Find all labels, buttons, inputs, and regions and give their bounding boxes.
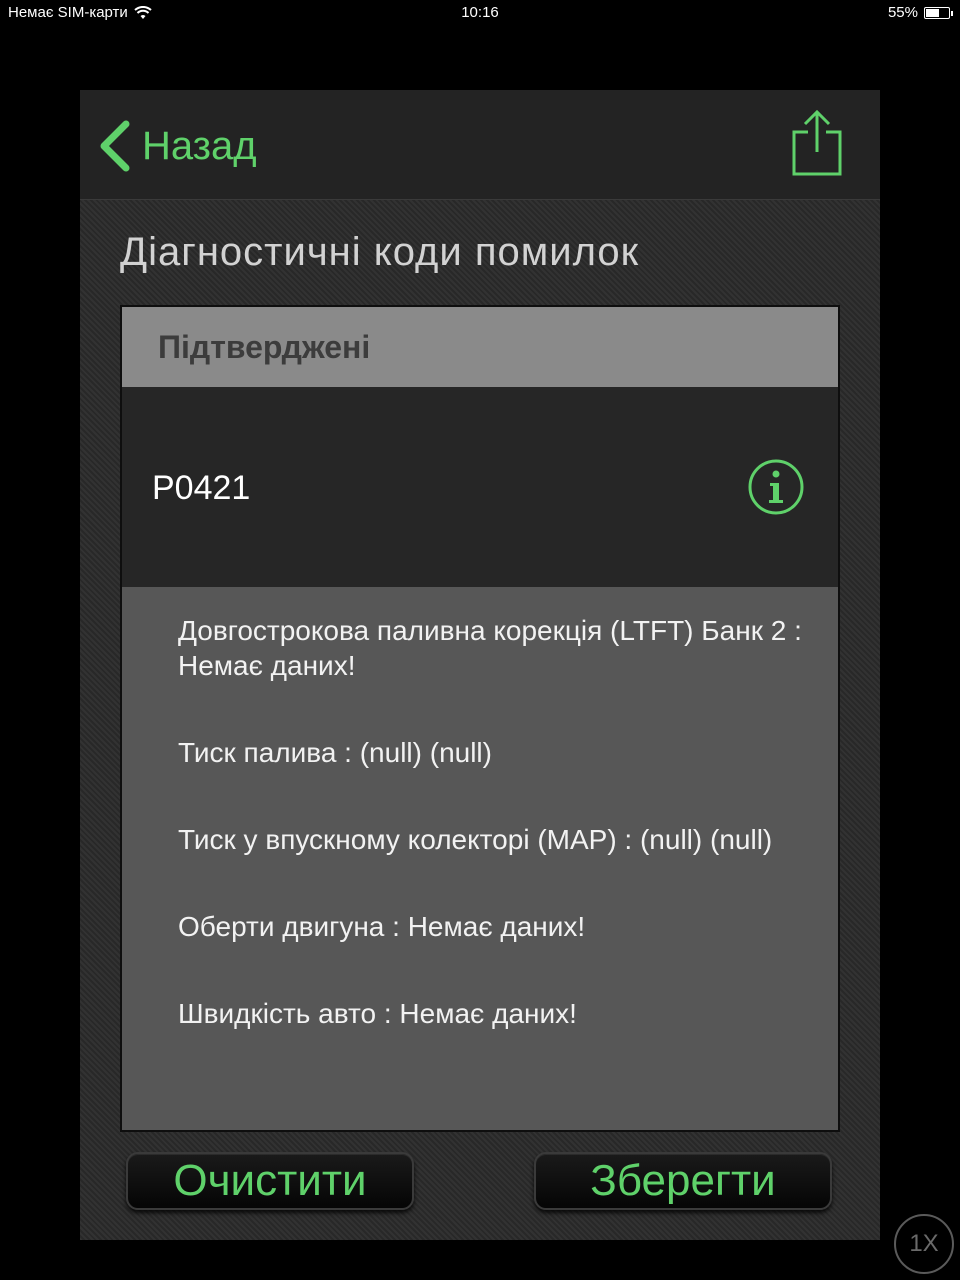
dtc-panel[interactable]: Підтверджені P0421 Довгострокова паливна… [120, 305, 840, 1132]
detail-item: Довгострокова паливна корекція (LTFT) Ба… [178, 615, 802, 681]
detail-item: Тиск у впускному колекторі (MAP) : (null… [178, 824, 773, 855]
back-label: Назад [142, 123, 257, 168]
app-window: Назад Діагностичні коди помилок Підтверд… [80, 90, 880, 1240]
navigation-bar: Назад [80, 90, 880, 200]
info-icon[interactable] [748, 459, 804, 515]
detail-item: Тиск палива : (null) (null) [178, 737, 492, 768]
detail-item: Оберти двигуна : Немає даних! [178, 911, 586, 942]
battery-percent: 55% [887, 4, 918, 21]
freeze-frame-details: Довгострокова паливна корекція (LTFT) Ба… [178, 613, 818, 1083]
zoom-toggle-button[interactable]: 1X [894, 1214, 954, 1274]
share-icon[interactable] [790, 108, 844, 178]
clock: 10:16 [461, 4, 499, 21]
back-button[interactable]: Назад [98, 118, 257, 174]
status-bar: Немає SIM-карти 10:16 55% [0, 0, 960, 28]
battery-fill [926, 8, 940, 17]
chevron-left-icon [100, 120, 130, 172]
battery-icon [924, 6, 953, 19]
detail-item: Швидкість авто : Немає даних! [178, 998, 577, 1029]
page-title: Діагностичні коди помилок [120, 230, 640, 274]
dtc-code-row[interactable]: P0421 [122, 387, 838, 587]
save-button[interactable]: Зберегти [534, 1152, 832, 1210]
section-header-confirmed: Підтверджені [122, 307, 838, 387]
dtc-code: P0421 [152, 469, 251, 507]
status-right: 55% [887, 4, 953, 21]
clear-button[interactable]: Очистити [126, 1152, 414, 1210]
